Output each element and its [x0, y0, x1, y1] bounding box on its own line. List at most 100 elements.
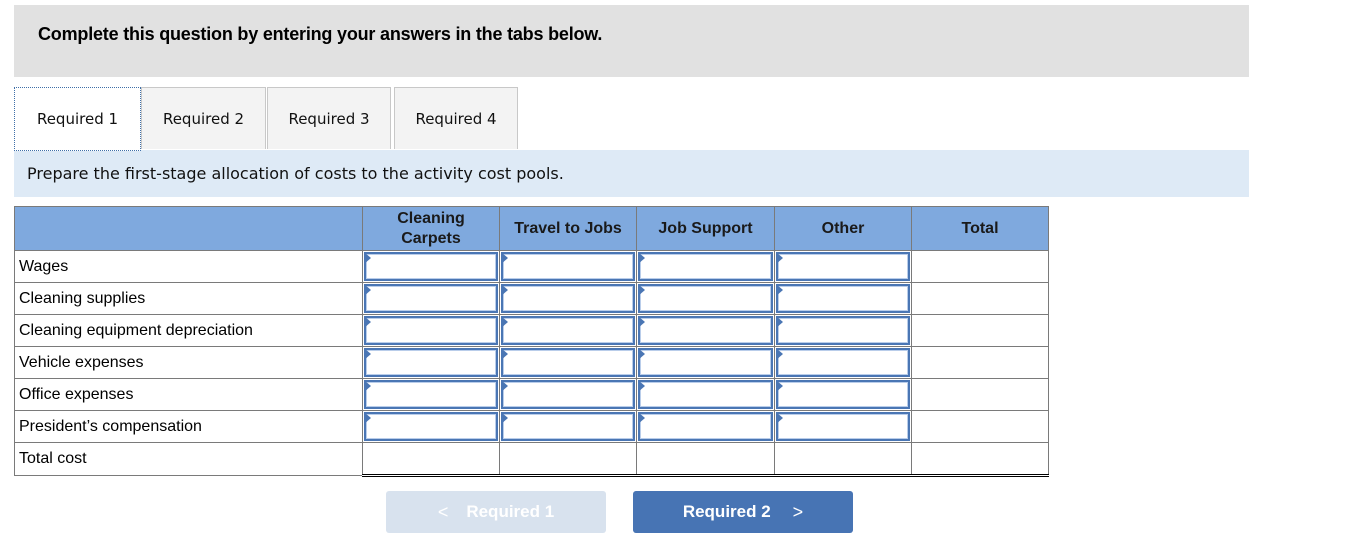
input-flag-icon	[776, 284, 783, 296]
input-box	[364, 284, 498, 313]
input-flag-icon	[364, 348, 371, 360]
tab-required-4[interactable]: Required 4	[394, 87, 518, 149]
cell-other	[774, 410, 912, 443]
cell-job-support	[636, 378, 775, 411]
cleaning-carpets-input[interactable]	[366, 382, 496, 407]
cell-cleaning-carpets	[362, 378, 500, 411]
other-input[interactable]	[778, 286, 908, 311]
header-cleaning-line2: Carpets	[401, 229, 461, 247]
tab-required-2[interactable]: Required 2	[141, 87, 266, 149]
other-input[interactable]	[778, 254, 908, 279]
travel-to-jobs-input[interactable]	[503, 286, 633, 311]
header-label-column	[14, 206, 363, 251]
input-box	[776, 252, 910, 281]
job-support-input[interactable]	[640, 254, 771, 279]
cell-job-support	[636, 314, 775, 347]
cell-total	[911, 282, 1049, 315]
chevron-right-icon: >	[792, 501, 804, 522]
cell-total	[911, 346, 1049, 379]
input-box	[776, 412, 910, 441]
input-flag-icon	[776, 348, 783, 360]
other-input[interactable]	[778, 382, 908, 407]
input-box	[776, 284, 910, 313]
travel-to-jobs-input[interactable]	[503, 318, 633, 343]
total-cleaning-carpets	[362, 442, 500, 477]
table-row: Cleaning equipment depreciation	[14, 314, 1049, 347]
input-flag-icon	[638, 380, 645, 392]
row-label: President’s compensation	[14, 410, 363, 443]
cell-other	[774, 250, 912, 283]
prev-required-button[interactable]: < Required 1	[386, 491, 606, 533]
input-flag-icon	[364, 252, 371, 264]
table-row: Wages	[14, 250, 1049, 283]
header-cleaning-line1: Cleaning	[397, 209, 465, 227]
cleaning-carpets-input[interactable]	[366, 414, 496, 439]
input-box	[501, 316, 635, 345]
input-flag-icon	[638, 316, 645, 328]
cell-travel-to-jobs	[499, 378, 637, 411]
table-row: Office expenses	[14, 378, 1049, 411]
total-total	[911, 442, 1049, 477]
other-input[interactable]	[778, 350, 908, 375]
input-box	[364, 380, 498, 409]
instruction-panel: Prepare the first-stage allocation of co…	[14, 150, 1249, 197]
other-input[interactable]	[778, 414, 908, 439]
cleaning-carpets-input[interactable]	[366, 286, 496, 311]
travel-to-jobs-input[interactable]	[503, 254, 633, 279]
input-flag-icon	[501, 284, 508, 296]
input-box	[501, 380, 635, 409]
cell-travel-to-jobs	[499, 282, 637, 315]
tab-required-1[interactable]: Required 1	[14, 87, 141, 151]
input-box	[501, 252, 635, 281]
input-box	[638, 348, 773, 377]
header-travel-to-jobs: Travel to Jobs	[499, 206, 637, 251]
cell-travel-to-jobs	[499, 314, 637, 347]
job-support-input[interactable]	[640, 350, 771, 375]
job-support-input[interactable]	[640, 414, 771, 439]
input-flag-icon	[638, 412, 645, 424]
input-box	[638, 252, 773, 281]
cleaning-carpets-input[interactable]	[366, 350, 496, 375]
job-support-input[interactable]	[640, 382, 771, 407]
next-required-button[interactable]: Required 2 >	[633, 491, 853, 533]
input-flag-icon	[638, 284, 645, 296]
header-job-support: Job Support	[636, 206, 775, 251]
input-flag-icon	[501, 316, 508, 328]
input-box	[638, 284, 773, 313]
job-support-input[interactable]	[640, 318, 771, 343]
input-flag-icon	[776, 380, 783, 392]
total-other	[774, 442, 912, 477]
other-input[interactable]	[778, 318, 908, 343]
tab-required-3[interactable]: Required 3	[267, 87, 391, 149]
table-row: Cleaning supplies	[14, 282, 1049, 315]
travel-to-jobs-input[interactable]	[503, 414, 633, 439]
header-total: Total	[911, 206, 1049, 251]
job-support-input[interactable]	[640, 286, 771, 311]
row-label: Cleaning supplies	[14, 282, 363, 315]
travel-to-jobs-input[interactable]	[503, 382, 633, 407]
cleaning-carpets-input[interactable]	[366, 318, 496, 343]
input-flag-icon	[776, 316, 783, 328]
input-flag-icon	[364, 380, 371, 392]
cell-other	[774, 378, 912, 411]
cell-total	[911, 410, 1049, 443]
cell-other	[774, 282, 912, 315]
row-label: Wages	[14, 250, 363, 283]
cell-cleaning-carpets	[362, 410, 500, 443]
row-label: Total cost	[14, 442, 363, 476]
total-job-support	[636, 442, 775, 477]
input-flag-icon	[501, 412, 508, 424]
table-row: Vehicle expenses	[14, 346, 1049, 379]
cell-job-support	[636, 346, 775, 379]
cell-job-support	[636, 250, 775, 283]
input-box	[638, 380, 773, 409]
instructions-banner: Complete this question by entering your …	[14, 5, 1249, 77]
cleaning-carpets-input[interactable]	[366, 254, 496, 279]
input-flag-icon	[638, 252, 645, 264]
row-label: Office expenses	[14, 378, 363, 411]
cell-cleaning-carpets	[362, 250, 500, 283]
row-label: Vehicle expenses	[14, 346, 363, 379]
travel-to-jobs-input[interactable]	[503, 350, 633, 375]
cell-cleaning-carpets	[362, 282, 500, 315]
input-flag-icon	[364, 412, 371, 424]
